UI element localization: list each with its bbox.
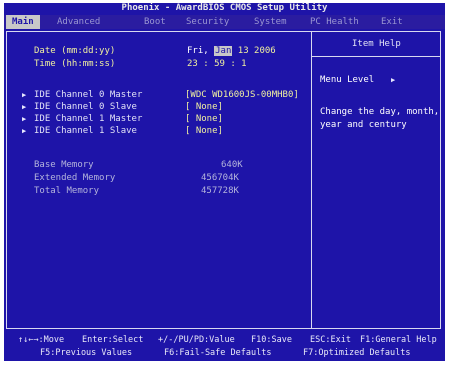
ide-1-master-value: [ None]	[185, 114, 223, 124]
date-day: Fri,	[187, 46, 209, 56]
date-label: Date (mm:dd:yy)	[34, 46, 116, 56]
ide-0-master-value: [WDC WD1600JS-00MHB0]	[185, 90, 299, 100]
ide-1-slave-label[interactable]: IDE Channel 1 Slave	[34, 126, 137, 137]
help-text-line2: year and century	[320, 120, 407, 130]
key-move: ↑↓←→:Move	[18, 335, 65, 345]
date-value[interactable]: Fri, Jan 13 2006	[187, 46, 276, 57]
key-value: +/-/PU/PD:Value	[158, 335, 235, 345]
base-memory-label: Base Memory	[34, 160, 94, 170]
tab-advanced[interactable]: Advanced	[57, 15, 100, 29]
key-select: Enter:Select	[82, 335, 144, 345]
bios-screen: Phoenix - AwardBIOS CMOS Setup Utility M…	[4, 3, 445, 361]
submenu-arrow-icon: ▶	[22, 115, 27, 123]
key-legend: ↑↓←→:Move Enter:Select +/-/PU/PD:Value F…	[4, 331, 445, 361]
tab-pc-health[interactable]: PC Health	[310, 15, 359, 29]
key-previous-values: F5:Previous Values	[40, 348, 133, 358]
key-optimized: F7:Optimized Defaults	[303, 348, 411, 358]
ide-1-master-label[interactable]: IDE Channel 1 Master	[34, 114, 142, 125]
tab-boot[interactable]: Boot	[144, 15, 166, 29]
date-month[interactable]: Jan	[214, 46, 233, 56]
ide-0-master-label[interactable]: IDE Channel 0 Master	[34, 90, 142, 101]
total-memory-value: 457728K	[201, 186, 239, 196]
submenu-arrow-icon: ▶	[22, 103, 27, 111]
key-fail-safe: F6:Fail-Safe Defaults	[164, 348, 272, 358]
tab-security[interactable]: Security	[186, 15, 229, 29]
time-value[interactable]: 23 : 59 : 1	[187, 59, 247, 70]
menu-level-arrow-icon: ▶	[391, 76, 396, 84]
ide-1-slave-value: [ None]	[185, 126, 223, 136]
submenu-arrow-icon: ▶	[22, 91, 27, 99]
submenu-arrow-icon: ▶	[22, 127, 27, 135]
help-separator	[312, 56, 441, 57]
help-title: Item Help	[352, 39, 401, 49]
time-label: Time (hh:mm:ss)	[34, 59, 116, 69]
tab-system[interactable]: System	[254, 15, 287, 29]
menu-level-label: Menu Level	[320, 75, 375, 85]
total-memory-label: Total Memory	[34, 186, 100, 196]
key-exit: ESC:Exit	[310, 335, 351, 345]
key-help: F1:General Help	[360, 335, 437, 345]
bios-title: Phoenix - AwardBIOS CMOS Setup Utility	[121, 3, 328, 13]
extended-memory-value: 456704K	[201, 173, 239, 183]
menu-bar: Main Advanced Boot Security System PC He…	[4, 15, 445, 29]
panel-divider	[311, 31, 312, 329]
ide-0-slave-value: [ None]	[185, 102, 223, 112]
extended-memory-label: Extended Memory	[34, 173, 116, 183]
key-save: F10:Save	[251, 335, 292, 345]
tab-exit[interactable]: Exit	[381, 15, 403, 29]
ide-0-slave-label[interactable]: IDE Channel 0 Slave	[34, 102, 137, 113]
base-memory-value: 640K	[221, 160, 243, 170]
help-text-line1: Change the day, month,	[320, 107, 440, 117]
date-day-year: 13 2006	[237, 46, 276, 56]
tab-main[interactable]: Main	[6, 15, 40, 29]
